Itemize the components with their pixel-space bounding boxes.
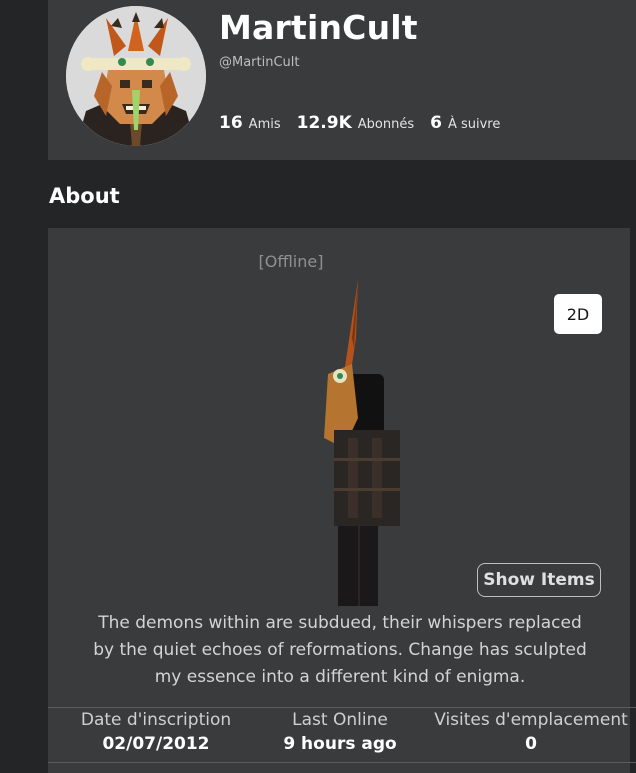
following-label: À suivre [447, 117, 501, 132]
description-line: The demons within are subdued, their whi… [98, 613, 582, 633]
place-visits-value: 0 [525, 734, 537, 754]
left-sidebar [0, 0, 48, 773]
profile-stats: 16 Amis 12.9K Abonnés 6 À suivre [219, 113, 516, 133]
show-items-button[interactable]: Show Items [477, 563, 601, 597]
join-date-column: Date d'inscription 02/07/2012 [48, 710, 264, 754]
last-online-column: Last Online 9 hours ago [264, 710, 416, 754]
last-online-value: 9 hours ago [283, 734, 397, 754]
friends-count: 16 [219, 113, 243, 133]
friends-stat[interactable]: 16 Amis [219, 113, 281, 133]
profile-info-row: Date d'inscription 02/07/2012 Last Onlin… [48, 707, 636, 764]
about-heading: About [49, 184, 120, 208]
join-date-label: Date d'inscription [80, 710, 232, 730]
following-stat[interactable]: 6 À suivre [430, 113, 500, 133]
view-2d-toggle-button[interactable]: 2D [554, 294, 602, 334]
display-name: MartinCult [219, 8, 418, 47]
followers-label: Abonnés [357, 117, 415, 132]
join-date-value: 02/07/2012 [102, 734, 210, 754]
place-visits-column: Visites d'emplacement 0 [431, 710, 631, 754]
description-line: my essence into a different kind of enig… [154, 667, 526, 687]
description-line: by the quiet echoes of reformations. Cha… [93, 640, 587, 660]
avatar[interactable] [66, 6, 206, 146]
avatar-3d-view[interactable] [318, 278, 408, 608]
following-count: 6 [430, 113, 442, 133]
followers-stat[interactable]: 12.9K Abonnés [297, 113, 414, 133]
place-visits-label: Visites d'emplacement [434, 710, 628, 730]
divider [48, 762, 636, 763]
username: @MartinCult [219, 55, 300, 70]
last-online-label: Last Online [292, 710, 388, 730]
profile-description: The demons within are subdued, their whi… [62, 610, 618, 691]
avatar-figure-icon [324, 280, 400, 606]
online-status: [Offline] [258, 252, 324, 271]
followers-count: 12.9K [296, 113, 352, 133]
friends-label: Amis [248, 117, 281, 132]
avatar-headshot-icon [66, 6, 206, 146]
